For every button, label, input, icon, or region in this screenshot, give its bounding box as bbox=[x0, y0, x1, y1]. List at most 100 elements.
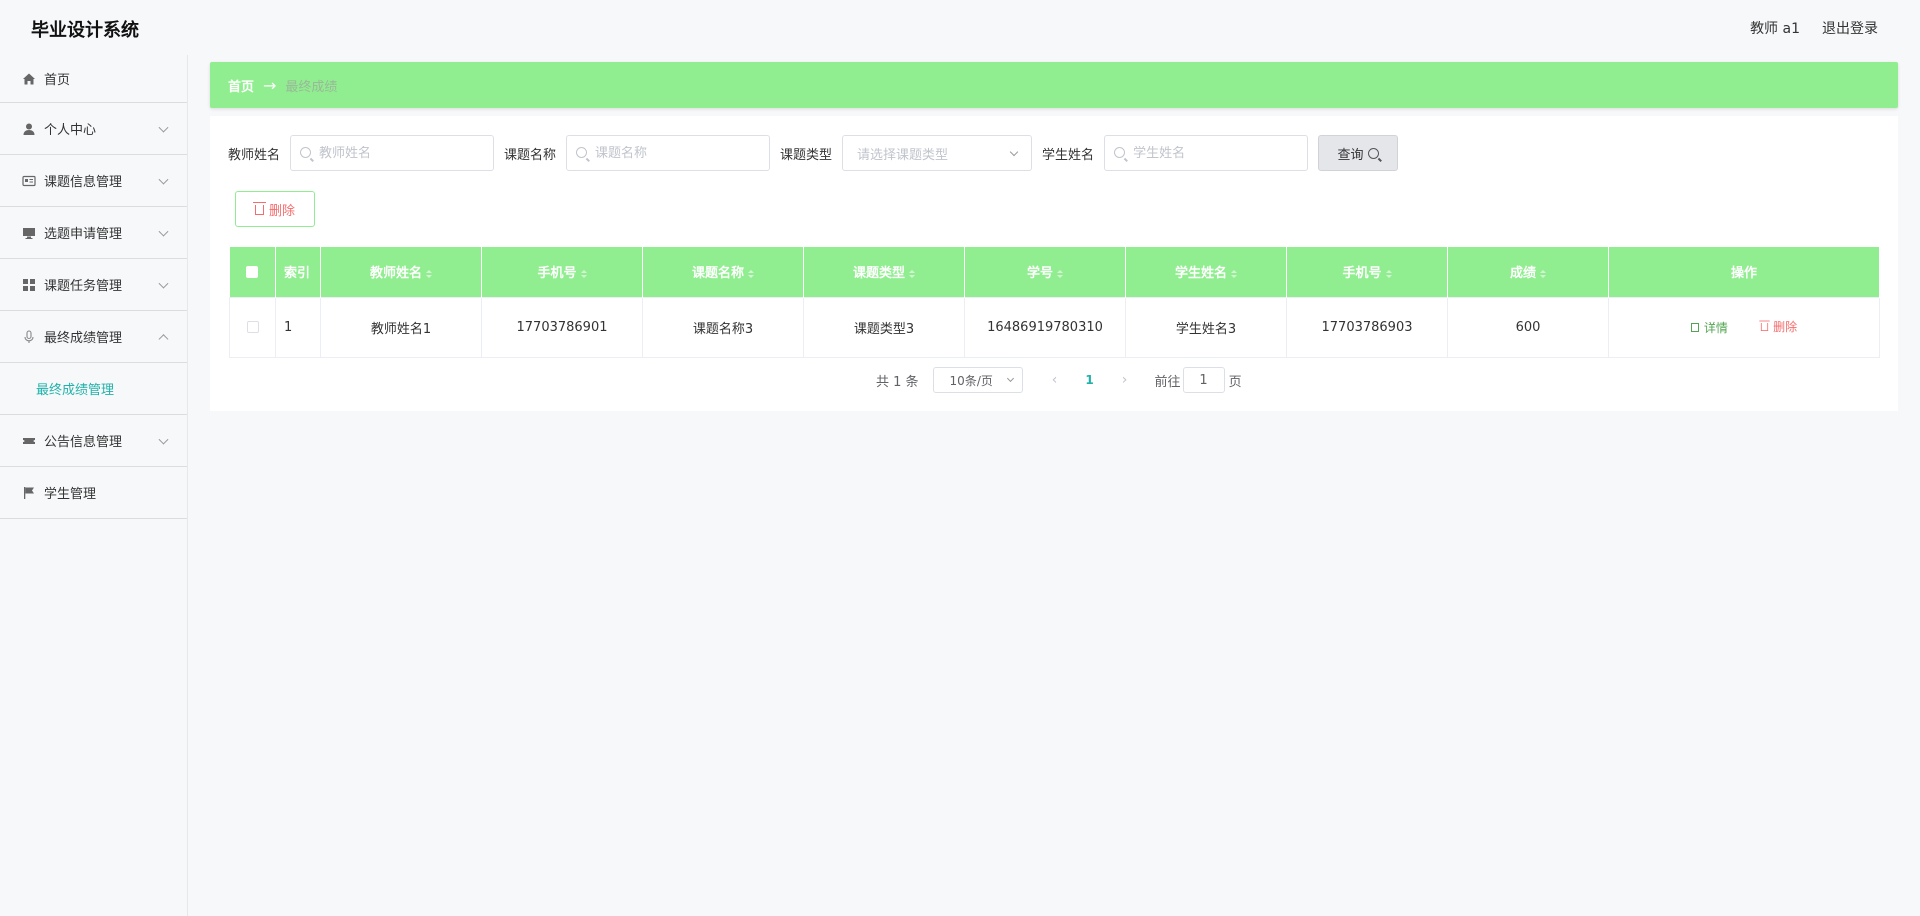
search-icon bbox=[300, 147, 312, 158]
cell-student-phone: 17703786903 bbox=[1286, 296, 1448, 358]
sort-icon[interactable] bbox=[1231, 269, 1237, 278]
detail-button[interactable]: 详情 bbox=[1690, 319, 1728, 336]
sidebar-item-label: 个人中心 bbox=[44, 123, 97, 138]
sidebar-item-label: 课题任务管理 bbox=[44, 279, 123, 294]
chevron-down-icon bbox=[158, 434, 169, 445]
query-button[interactable]: 查询 bbox=[1318, 135, 1399, 171]
header-label: 手机号 bbox=[537, 266, 577, 282]
header-teacher-phone[interactable]: 手机号 bbox=[481, 247, 643, 297]
header-student-name[interactable]: 学生姓名 bbox=[1125, 247, 1287, 297]
sidebar-item-student[interactable]: 学生管理 bbox=[0, 467, 187, 519]
sidebar-item-topic-application[interactable]: 选题申请管理 bbox=[0, 207, 187, 259]
breadcrumb-home[interactable]: 首页 bbox=[228, 76, 254, 95]
row-select-cell bbox=[229, 296, 276, 358]
chevron-down-icon bbox=[158, 278, 169, 289]
arrow-right-icon: → bbox=[263, 75, 277, 95]
app-title: 毕业设计系统 bbox=[31, 20, 139, 41]
home-icon bbox=[22, 72, 36, 86]
batch-delete-label: 删除 bbox=[268, 203, 295, 219]
chevron-down-icon bbox=[1006, 374, 1014, 383]
teacher-name-input[interactable] bbox=[319, 145, 480, 161]
submenu-item-final-score[interactable]: 最终成绩管理 bbox=[36, 379, 114, 398]
page-number-1[interactable]: 1 bbox=[1075, 367, 1105, 393]
sidebar-item-label: 最终成绩管理 bbox=[44, 331, 123, 346]
header-topic-type[interactable]: 课题类型 bbox=[803, 247, 965, 297]
cell-teacher-phone: 17703786901 bbox=[481, 296, 643, 358]
table-header-row: 索引 教师姓名 手机号 课题名称 课题类型 学号 学生姓名 手机号 成绩 操作 bbox=[229, 247, 1880, 297]
cell-index: 1 bbox=[275, 296, 321, 358]
select-all-checkbox[interactable] bbox=[246, 265, 259, 278]
sidebar: 首页 个人中心 课题信息管理 选题申请管理 课题任务管理 最终成绩管理 最终成绩… bbox=[0, 55, 188, 916]
sidebar-item-label: 学生管理 bbox=[44, 487, 97, 502]
sort-icon[interactable] bbox=[1385, 269, 1392, 278]
header-topic-name[interactable]: 课题名称 bbox=[642, 247, 804, 297]
search-form: 教师姓名 课题名称 课题类型 请选择课题类型 学生姓名 查询 bbox=[228, 135, 1399, 171]
topic-name-input[interactable] bbox=[595, 145, 756, 161]
sort-icon[interactable] bbox=[909, 269, 915, 278]
flag-icon bbox=[22, 486, 36, 500]
student-name-field bbox=[1104, 135, 1309, 171]
detail-label: 详情 bbox=[1703, 321, 1728, 336]
row-delete-label: 删除 bbox=[1773, 319, 1798, 334]
sidebar-item-topic-info[interactable]: 课题信息管理 bbox=[0, 155, 187, 207]
chevron-down-icon bbox=[1009, 147, 1019, 157]
sort-icon[interactable] bbox=[1057, 269, 1063, 278]
topic-name-label: 课题名称 bbox=[504, 147, 557, 163]
header-label: 课题名称 bbox=[691, 266, 744, 282]
row-checkbox[interactable] bbox=[246, 321, 259, 333]
page-size-select[interactable]: 10条/页 bbox=[932, 367, 1023, 393]
page-size-value: 10条/页 bbox=[949, 373, 993, 388]
sidebar-item-home[interactable]: 首页 bbox=[0, 55, 187, 103]
cell-student-id: 16486919780310 bbox=[964, 296, 1126, 358]
header-label: 成绩 bbox=[1509, 266, 1536, 282]
breadcrumb: 首页 → 最终成绩 bbox=[210, 62, 1898, 108]
prev-page-button[interactable]: ‹ bbox=[1045, 367, 1065, 393]
user-info: 教师 a1 bbox=[1750, 21, 1800, 37]
next-page-button[interactable]: › bbox=[1115, 367, 1135, 393]
row-delete-button[interactable]: 删除 bbox=[1759, 318, 1798, 335]
sidebar-item-topic-task[interactable]: 课题任务管理 bbox=[0, 259, 187, 311]
sort-icon[interactable] bbox=[580, 269, 587, 278]
sidebar-item-label: 首页 bbox=[44, 73, 71, 88]
monitor-icon bbox=[22, 226, 36, 240]
search-icon bbox=[576, 147, 588, 158]
user-icon bbox=[22, 122, 36, 136]
teacher-name-label: 教师姓名 bbox=[228, 147, 281, 163]
header-label: 学生姓名 bbox=[1174, 266, 1227, 282]
header-student-id[interactable]: 学号 bbox=[964, 247, 1126, 297]
topic-type-select[interactable]: 请选择课题类型 bbox=[842, 135, 1033, 171]
sidebar-item-final-score[interactable]: 最终成绩管理 bbox=[0, 311, 187, 363]
content-panel: 教师姓名 课题名称 课题类型 请选择课题类型 学生姓名 查询 删除 bbox=[210, 116, 1898, 411]
sort-icon[interactable] bbox=[1540, 269, 1546, 278]
header-label: 手机号 bbox=[1342, 266, 1382, 282]
topic-type-label: 课题类型 bbox=[780, 147, 833, 163]
batch-delete-button[interactable]: 删除 bbox=[235, 191, 315, 227]
sidebar-item-label: 公告信息管理 bbox=[44, 435, 123, 450]
chevron-down-icon bbox=[158, 174, 169, 185]
goto-page-input[interactable] bbox=[1182, 367, 1225, 393]
sort-icon[interactable] bbox=[426, 269, 432, 278]
topic-type-placeholder: 请选择课题类型 bbox=[857, 147, 949, 163]
chevron-up-icon bbox=[158, 333, 169, 344]
header-student-phone[interactable]: 手机号 bbox=[1286, 247, 1448, 297]
teacher-name-field bbox=[290, 135, 495, 171]
header-label: 教师姓名 bbox=[369, 266, 422, 282]
topic-name-field bbox=[566, 135, 771, 171]
sidebar-item-profile[interactable]: 个人中心 bbox=[0, 103, 187, 155]
pagination-total: 共 1 条 bbox=[876, 374, 919, 390]
submenu-final-score: 最终成绩管理 bbox=[0, 363, 187, 415]
header-teacher-name[interactable]: 教师姓名 bbox=[320, 247, 482, 297]
header-index: 索引 bbox=[275, 247, 321, 297]
student-name-input[interactable] bbox=[1133, 145, 1294, 161]
sidebar-item-announcement[interactable]: 公告信息管理 bbox=[0, 415, 187, 467]
header-score[interactable]: 成绩 bbox=[1447, 247, 1609, 297]
header-label: 课题类型 bbox=[852, 266, 905, 282]
logout-button[interactable]: 退出登录 bbox=[1822, 18, 1878, 38]
sidebar-item-label: 选题申请管理 bbox=[44, 227, 123, 242]
top-header: 毕业设计系统 教师 a1 退出登录 bbox=[0, 0, 1920, 55]
cell-student-name: 学生姓名3 bbox=[1125, 296, 1287, 358]
sort-icon[interactable] bbox=[748, 269, 754, 278]
sidebar-item-label: 课题信息管理 bbox=[44, 175, 123, 190]
id-card-icon bbox=[22, 174, 36, 188]
chevron-down-icon bbox=[158, 122, 169, 133]
